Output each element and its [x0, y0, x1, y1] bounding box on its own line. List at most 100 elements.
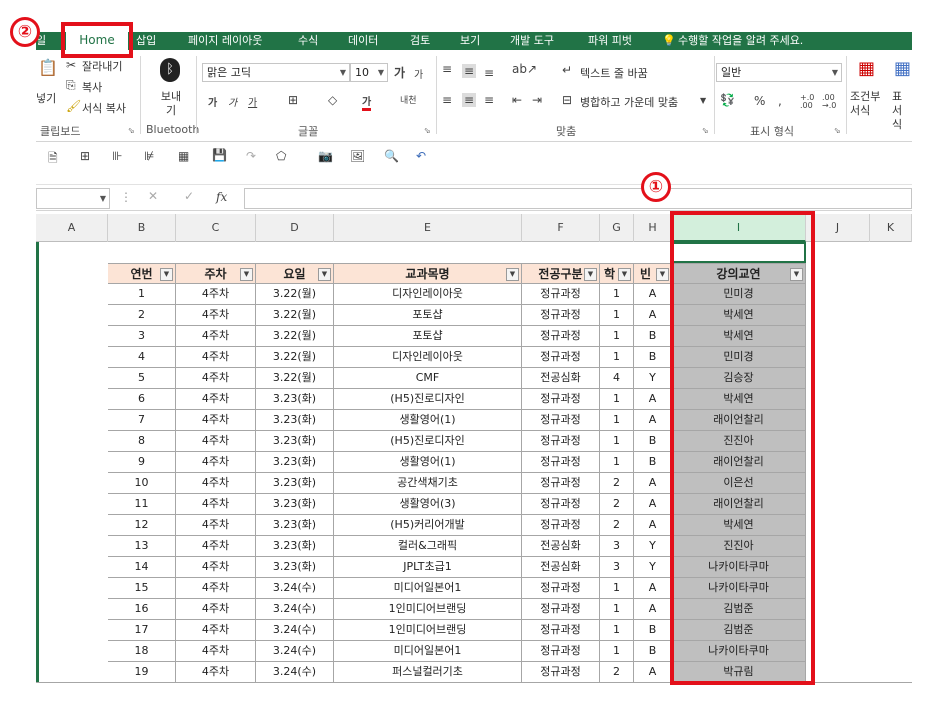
cell-class[interactable]: A — [634, 305, 672, 326]
border-icon[interactable]: ⊞ — [288, 93, 298, 107]
name-box[interactable]: ▼ — [36, 188, 110, 209]
cell-grade[interactable]: 1 — [600, 620, 634, 641]
shape-icon[interactable]: ⬠ — [276, 149, 286, 163]
insert-rows-icon[interactable]: ⊪ — [112, 149, 122, 163]
currency-icon[interactable]: 💱 — [720, 93, 735, 107]
cell-week[interactable]: 4주차 — [176, 536, 256, 557]
cell-no[interactable]: 13 — [108, 536, 176, 557]
cell-day[interactable]: 3.22(월) — [256, 368, 334, 389]
cell-day[interactable]: 3.23(화) — [256, 557, 334, 578]
cell-subject[interactable]: (H5)커리어개발 — [334, 515, 522, 536]
column-header-h[interactable]: H — [634, 214, 672, 242]
cell-category[interactable]: 전공심화 — [522, 557, 600, 578]
column-header-b[interactable]: B — [108, 214, 176, 242]
cell-week[interactable]: 4주차 — [176, 368, 256, 389]
cell-grade[interactable]: 1 — [600, 431, 634, 452]
cell-subject[interactable]: 생활영어(3) — [334, 494, 522, 515]
header-cell-no[interactable]: 연번 ▼ — [108, 263, 176, 284]
delete-rows-icon[interactable]: ⊯ — [144, 149, 154, 163]
print-preview-icon[interactable]: 🗎 — [48, 149, 58, 170]
increase-indent-icon[interactable]: ⇥ — [532, 93, 542, 107]
font-launcher-icon[interactable]: ⬂ — [424, 126, 431, 135]
align-top-icon[interactable]: ≡ — [442, 62, 452, 76]
cell-subject[interactable]: 퍼스널컬러기초 — [334, 662, 522, 682]
cell-no[interactable]: 19 — [108, 662, 176, 682]
cell-day[interactable]: 3.23(화) — [256, 473, 334, 494]
cell-grade[interactable]: 1 — [600, 641, 634, 662]
cell-class[interactable]: A — [634, 389, 672, 410]
cell-day[interactable]: 3.22(월) — [256, 326, 334, 347]
camera-icon[interactable]: 📷 — [318, 149, 333, 163]
percent-button[interactable]: % — [754, 94, 765, 108]
cell-no[interactable]: 7 — [108, 410, 176, 431]
column-header-a[interactable]: A — [36, 214, 108, 242]
cell-class[interactable]: A — [634, 599, 672, 620]
header-cell-grade[interactable]: 학 ▼ — [600, 263, 634, 284]
enter-icon[interactable]: ✓ — [184, 189, 194, 203]
filter-dropdown-icon[interactable]: ▼ — [656, 268, 669, 281]
cell-class[interactable]: B — [634, 326, 672, 347]
cell-no[interactable]: 17 — [108, 620, 176, 641]
cell-week[interactable]: 4주차 — [176, 515, 256, 536]
cell-day[interactable]: 3.24(수) — [256, 599, 334, 620]
align-middle-icon[interactable]: ≡ — [462, 64, 477, 78]
cell-category[interactable]: 정규과정 — [522, 431, 600, 452]
cell-day[interactable]: 3.22(월) — [256, 347, 334, 368]
orientation-icon[interactable]: ab↗ — [512, 62, 537, 76]
cell-grade[interactable]: 2 — [600, 473, 634, 494]
cell-day[interactable]: 3.22(월) — [256, 305, 334, 326]
cell-no[interactable]: 1 — [108, 284, 176, 305]
undo-icon[interactable]: ↶ — [416, 149, 426, 163]
cell-day[interactable]: 3.23(화) — [256, 389, 334, 410]
decrease-indent-icon[interactable]: ⇤ — [512, 93, 522, 107]
filter-dropdown-icon[interactable]: ▼ — [240, 268, 253, 281]
cell-no[interactable]: 11 — [108, 494, 176, 515]
formula-input[interactable] — [244, 188, 912, 209]
alignment-launcher-icon[interactable]: ⬂ — [702, 126, 709, 135]
zoom-preview-icon[interactable]: 🔍 — [384, 149, 399, 163]
cell-no[interactable]: 5 — [108, 368, 176, 389]
table-format-icon[interactable]: ▦ — [894, 58, 911, 79]
cell-day[interactable]: 3.22(월) — [256, 284, 334, 305]
conditional-format-icon[interactable]: ▦ — [858, 58, 875, 79]
header-cell-day[interactable]: 요일 ▼ — [256, 263, 334, 284]
cell-week[interactable]: 4주차 — [176, 473, 256, 494]
cell-week[interactable]: 4주차 — [176, 578, 256, 599]
cell-no[interactable]: 18 — [108, 641, 176, 662]
bluetooth-send-button[interactable]: 보내기 — [158, 90, 184, 118]
filter-dropdown-icon[interactable]: ▼ — [618, 268, 631, 281]
column-header-e[interactable]: E — [334, 214, 522, 242]
tab-page-layout[interactable]: 페이지 레이아웃 — [188, 32, 262, 50]
tab-data[interactable]: 데이터 — [348, 32, 378, 50]
cell-grade[interactable]: 1 — [600, 578, 634, 599]
header-cell-subject[interactable]: 교과목명 ▼ — [334, 263, 522, 284]
cell-subject[interactable]: (H5)진로디자인 — [334, 431, 522, 452]
shrink-font-button[interactable]: 가 — [414, 66, 423, 81]
cell-class[interactable]: A — [634, 284, 672, 305]
cell-subject[interactable]: 미디어일본어1 — [334, 578, 522, 599]
cell-class[interactable]: A — [634, 410, 672, 431]
cell-no[interactable]: 15 — [108, 578, 176, 599]
align-left-icon[interactable]: ≡ — [442, 93, 452, 107]
cell-week[interactable]: 4주차 — [176, 389, 256, 410]
number-format-select[interactable]: 일반 ▼ — [716, 63, 842, 82]
cell-week[interactable]: 4주차 — [176, 494, 256, 515]
cell-no[interactable]: 2 — [108, 305, 176, 326]
cell-week[interactable]: 4주차 — [176, 662, 256, 682]
cell-class[interactable]: B — [634, 452, 672, 473]
cell-subject[interactable]: 미디어일본어1 — [334, 641, 522, 662]
save-icon[interactable]: 💾 — [212, 148, 227, 162]
font-size-select[interactable]: 10 ▼ — [350, 63, 388, 82]
cell-day[interactable]: 3.24(수) — [256, 662, 334, 682]
column-header-d[interactable]: D — [256, 214, 334, 242]
header-cell-category[interactable]: 전공구분 ▼ — [522, 263, 600, 284]
tab-review[interactable]: 검토 — [410, 32, 430, 50]
format-painter-button[interactable]: 서식 복사 — [82, 100, 126, 116]
cell-subject[interactable]: 1인미디어브랜딩 — [334, 599, 522, 620]
cell-category[interactable]: 전공심화 — [522, 368, 600, 389]
comma-button[interactable]: , — [778, 94, 782, 108]
cell-category[interactable]: 정규과정 — [522, 473, 600, 494]
cell-day[interactable]: 3.23(화) — [256, 494, 334, 515]
cell-no[interactable]: 14 — [108, 557, 176, 578]
cell-category[interactable]: 정규과정 — [522, 389, 600, 410]
